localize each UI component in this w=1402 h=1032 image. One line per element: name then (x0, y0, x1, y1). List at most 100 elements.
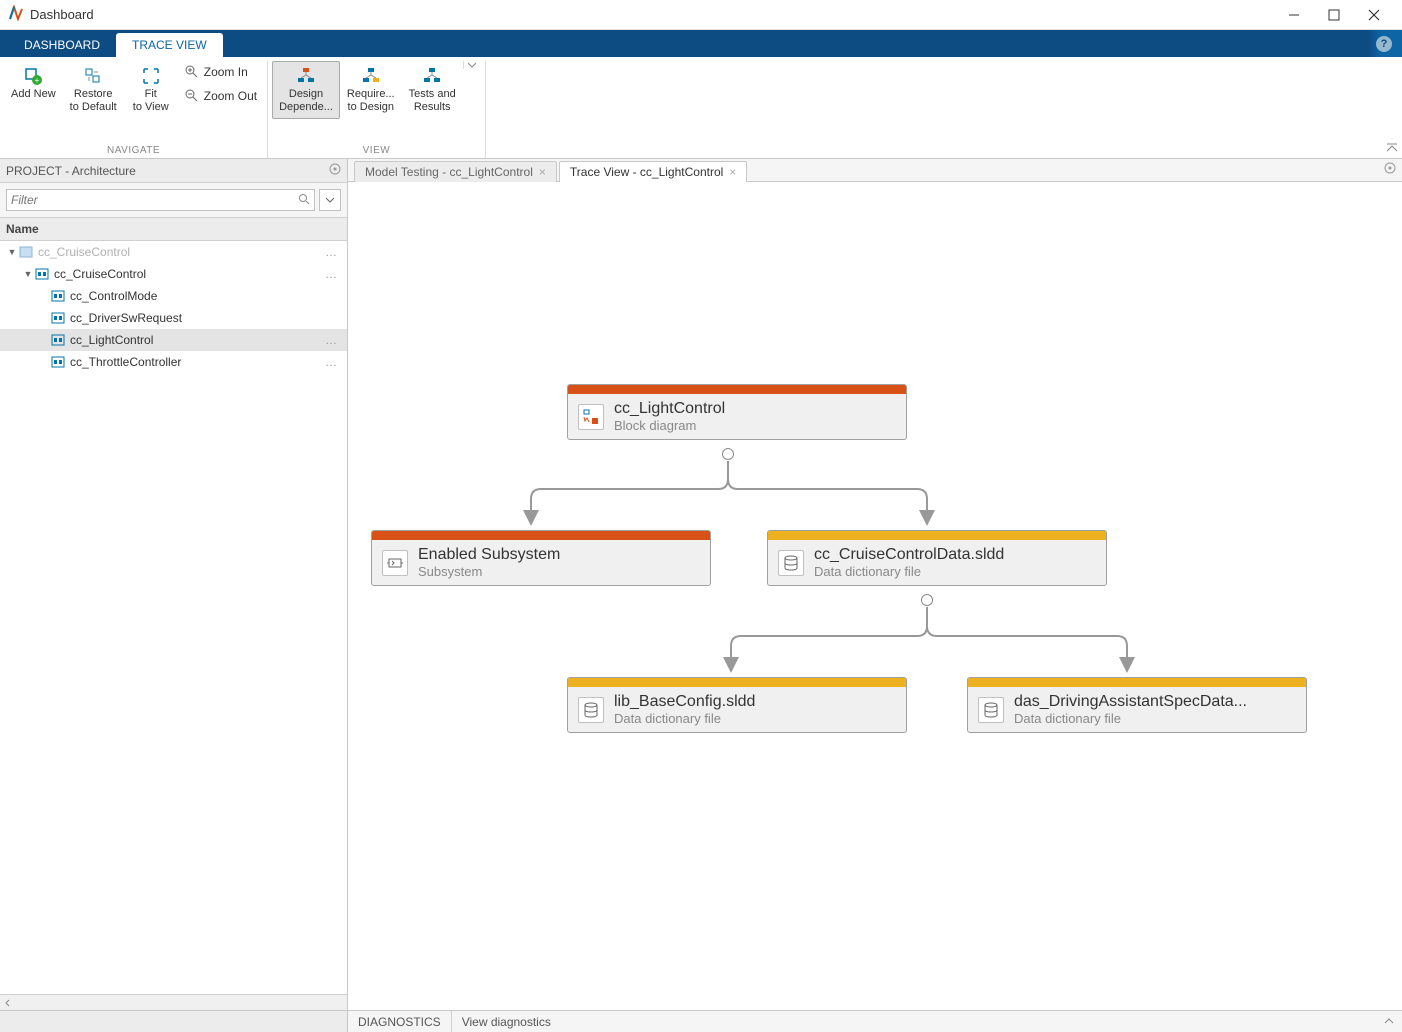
simulink-icon (50, 354, 66, 370)
status-view-diagnostics[interactable]: View diagnostics (452, 1011, 561, 1032)
simulink-icon (50, 332, 66, 348)
tree-row-root-dim[interactable]: ▼ cc_CruiseControl … (0, 241, 347, 263)
zoom-out-button[interactable]: Zoom Out (184, 85, 257, 107)
zoom-in-button[interactable]: Zoom In (184, 61, 257, 83)
tree-row-control-mode[interactable]: cc_ControlMode (0, 285, 347, 307)
design-dependencies-button[interactable]: Design Depende... (272, 61, 340, 119)
title-bar: Dashboard (0, 0, 1402, 30)
close-button[interactable] (1360, 5, 1388, 25)
svg-text:+: + (35, 76, 40, 85)
tree-header-name: Name (0, 217, 347, 241)
connection-port (722, 448, 734, 460)
status-bar: DIAGNOSTICS View diagnostics (0, 1010, 1402, 1032)
simulink-icon (34, 266, 50, 282)
status-diagnostics[interactable]: DIAGNOSTICS (348, 1011, 452, 1032)
requirements-icon (361, 66, 381, 86)
tree-row-root[interactable]: ▼ cc_CruiseControl … (0, 263, 347, 285)
maximize-button[interactable] (1320, 5, 1348, 25)
node-subtitle: Block diagram (614, 418, 725, 433)
simulink-icon (50, 310, 66, 326)
row-menu-icon[interactable]: … (325, 267, 341, 281)
node-title: cc_LightControl (614, 400, 725, 418)
node-das-spec-data[interactable]: das_DrivingAssistantSpecData... Data dic… (967, 677, 1307, 733)
tab-trace-view-doc[interactable]: Trace View - cc_LightControl × (559, 161, 747, 182)
minimize-button[interactable] (1280, 5, 1308, 25)
tree-row-light-control[interactable]: cc_LightControl … (0, 329, 347, 351)
filter-input[interactable] (11, 193, 298, 207)
subsystem-icon (382, 550, 408, 576)
document-tab-bar: Model Testing - cc_LightControl × Trace … (348, 159, 1402, 182)
database-icon (578, 697, 604, 723)
tree-row-driver-sw-request[interactable]: cc_DriverSwRequest (0, 307, 347, 329)
model-icon (18, 244, 34, 260)
node-subtitle: Data dictionary file (614, 711, 755, 726)
app-icon (8, 5, 24, 24)
node-stripe (372, 531, 710, 540)
tests-icon (422, 66, 442, 86)
panel-title: PROJECT - Architecture (6, 164, 136, 178)
project-panel: PROJECT - Architecture Name ▼ (0, 159, 348, 1010)
doc-tabs-settings-icon[interactable] (1384, 162, 1396, 177)
window-title: Dashboard (30, 7, 94, 22)
requirements-to-design-button[interactable]: Require... to Design (340, 61, 402, 119)
database-icon (978, 697, 1004, 723)
database-icon (778, 550, 804, 576)
tree-scroll-left[interactable] (0, 994, 347, 1010)
tab-dashboard[interactable]: DASHBOARD (8, 33, 116, 57)
simulink-icon (50, 288, 66, 304)
expand-arrow-icon[interactable]: ▼ (6, 247, 18, 257)
node-stripe (968, 678, 1306, 687)
collapse-ribbon-button[interactable] (1386, 142, 1398, 156)
zoom-out-icon (184, 88, 200, 104)
block-diagram-icon (578, 404, 604, 430)
zoom-in-icon (184, 64, 200, 80)
search-icon (298, 193, 310, 208)
node-subtitle: Data dictionary file (814, 564, 1004, 579)
restore-icon (83, 66, 103, 86)
dependencies-icon (296, 66, 316, 86)
panel-header: PROJECT - Architecture (0, 159, 347, 183)
expand-arrow-icon[interactable]: ▼ (22, 269, 34, 279)
node-title: cc_CruiseControlData.sldd (814, 546, 1004, 564)
group-label-view: VIEW (272, 143, 481, 158)
node-title: das_DrivingAssistantSpecData... (1014, 693, 1247, 711)
row-menu-icon[interactable]: … (325, 245, 341, 259)
fit-icon (141, 66, 161, 86)
restore-default-button[interactable]: Restore to Default (63, 61, 124, 119)
project-tree: ▼ cc_CruiseControl … ▼ cc_CruiseControl … (0, 241, 347, 994)
close-tab-icon[interactable]: × (729, 165, 736, 179)
row-menu-icon[interactable]: … (325, 333, 341, 347)
filter-dropdown-button[interactable] (319, 189, 341, 211)
add-new-button[interactable]: + Add New (4, 61, 63, 106)
help-button[interactable]: ? (1368, 30, 1402, 57)
node-light-control[interactable]: cc_LightControl Block diagram (567, 384, 907, 440)
node-stripe (768, 531, 1106, 540)
node-base-config[interactable]: lib_BaseConfig.sldd Data dictionary file (567, 677, 907, 733)
view-group-dropdown[interactable] (463, 61, 481, 69)
connection-port (921, 594, 933, 606)
row-menu-icon[interactable]: … (325, 355, 341, 369)
panel-settings-icon[interactable] (329, 163, 341, 178)
node-subtitle: Data dictionary file (1014, 711, 1247, 726)
node-title: Enabled Subsystem (418, 546, 560, 564)
diagram-canvas[interactable]: cc_LightControl Block diagram Enabled Su… (348, 182, 1402, 1010)
ribbon-tab-bar: DASHBOARD TRACE VIEW ? (0, 30, 1402, 57)
node-cruise-control-data[interactable]: cc_CruiseControlData.sldd Data dictionar… (767, 530, 1107, 586)
fit-to-view-button[interactable]: Fit to View (124, 61, 178, 119)
tab-trace-view[interactable]: TRACE VIEW (116, 33, 223, 57)
node-subtitle: Subsystem (418, 564, 560, 579)
add-icon: + (23, 66, 43, 86)
node-enabled-subsystem[interactable]: Enabled Subsystem Subsystem (371, 530, 711, 586)
tree-row-throttle-controller[interactable]: cc_ThrottleController … (0, 351, 347, 373)
edges-layer (348, 182, 1402, 1008)
group-label-navigate: NAVIGATE (4, 143, 263, 158)
toolstrip: + Add New Restore to Default Fit to View (0, 57, 1402, 159)
tab-model-testing[interactable]: Model Testing - cc_LightControl × (354, 161, 557, 182)
status-expand-icon[interactable] (1376, 1015, 1402, 1029)
node-stripe (568, 678, 906, 687)
close-tab-icon[interactable]: × (539, 165, 546, 179)
tests-results-button[interactable]: Tests and Results (402, 61, 463, 119)
node-title: lib_BaseConfig.sldd (614, 693, 755, 711)
help-icon: ? (1376, 36, 1392, 52)
filter-input-wrapper[interactable] (6, 189, 315, 211)
